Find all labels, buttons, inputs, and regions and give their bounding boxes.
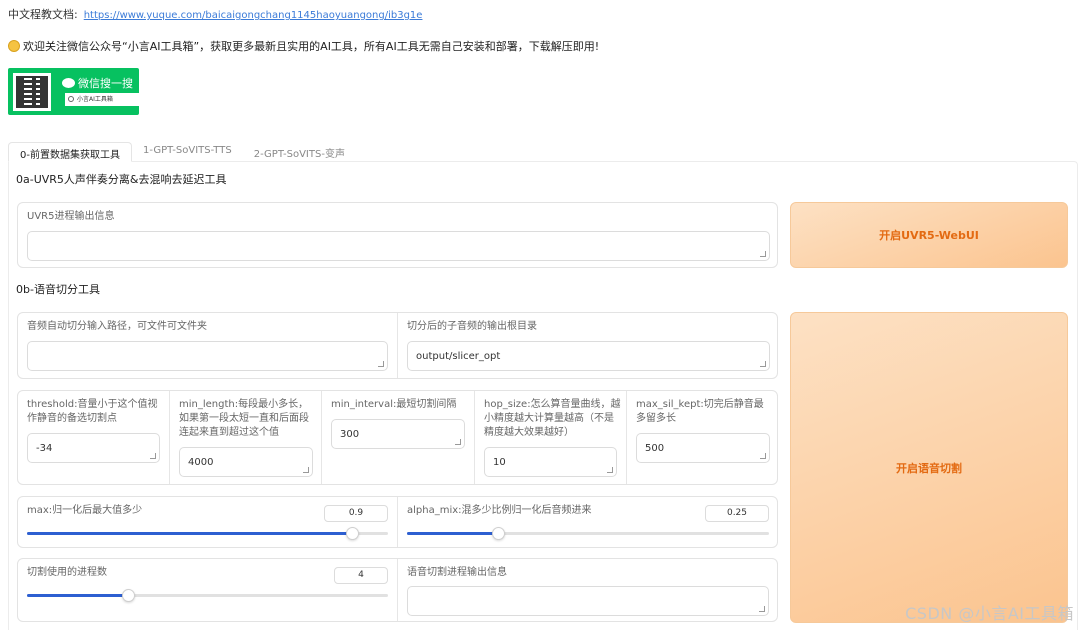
wechat-title: 微信搜一搜: [62, 75, 133, 91]
start-slicer-button[interactable]: 开启语音切割: [790, 312, 1068, 623]
uvr5-output-textarea[interactable]: [27, 231, 770, 261]
n-process-slider-fill: [27, 594, 129, 597]
slicer-section-title: 0b-语音切分工具: [16, 283, 100, 296]
max-number-input[interactable]: 0.9: [324, 505, 388, 522]
input-path-input[interactable]: [27, 341, 388, 371]
max-slider[interactable]: [27, 527, 388, 540]
uvr5-output-label: UVR5进程输出信息: [27, 211, 115, 222]
max-slider-fill: [27, 532, 352, 535]
tab-tts[interactable]: 1-GPT-SoVITS-TTS: [132, 142, 243, 162]
tab-bar: 0-前置数据集获取工具 1-GPT-SoVITS-TTS 2-GPT-SoVIT…: [8, 142, 356, 162]
divider: [397, 559, 398, 621]
output-dir-label: 切分后的子音频的输出根目录: [407, 321, 537, 332]
max-sil-kept-label: max_sil_kept:切完后静音最多留多长: [636, 399, 764, 424]
slicer-params-block: threshold:音量小于这个值视作静音的备选切割点 -34 min_leng…: [17, 390, 778, 485]
threshold-input[interactable]: -34: [27, 433, 160, 463]
max-label: max:归一化后最大值多少: [27, 505, 143, 516]
n-process-number-input[interactable]: 4: [334, 567, 388, 584]
doc-link[interactable]: https://www.yuque.com/baicaigongchang114…: [84, 10, 423, 21]
threshold-label: threshold:音量小于这个值视作静音的备选切割点: [27, 399, 158, 424]
watermark: CSDN @小言AI工具箱: [905, 604, 1074, 623]
tab-dataset-tools[interactable]: 0-前置数据集获取工具: [8, 142, 132, 162]
divider: [397, 313, 398, 378]
max-slider-thumb[interactable]: [345, 527, 359, 540]
n-process-slider-thumb[interactable]: [122, 589, 136, 602]
divider: [321, 391, 322, 484]
qr-code-icon: [13, 73, 51, 111]
min-length-input[interactable]: 4000: [179, 447, 313, 477]
max-sil-kept-input[interactable]: 500: [636, 433, 770, 463]
min-interval-input[interactable]: 300: [331, 419, 465, 449]
divider: [169, 391, 170, 484]
smile-emoji-icon: [8, 40, 20, 52]
wechat-title-text: 微信搜一搜: [78, 77, 133, 90]
slicer-paths-block: 音频自动切分输入路径，可文件可文件夹 切分后的子音频的输出根目录 output/…: [17, 312, 778, 379]
tab-voice-change[interactable]: 2-GPT-SoVITS-变声: [243, 142, 356, 162]
alpha-mix-number-input[interactable]: 0.25: [705, 505, 769, 522]
hop-size-label: hop_size:怎么算音量曲线，越小精度越大计算量越高（不是精度越大效果越好）: [484, 399, 621, 438]
uvr5-output-block: UVR5进程输出信息: [17, 202, 778, 268]
output-dir-input[interactable]: output/slicer_opt: [407, 341, 770, 371]
slicer-output-label: 语音切割进程输出信息: [407, 567, 507, 578]
alpha-mix-slider-thumb[interactable]: [491, 527, 505, 540]
doc-label: 中文程教文档:: [8, 8, 78, 21]
alpha-mix-slider-fill: [407, 532, 498, 535]
process-block: 切割使用的进程数 4 语音切割进程输出信息: [17, 558, 778, 622]
alpha-mix-label: alpha_mix:混多少比例归一化后音频进来: [407, 505, 592, 516]
hop-size-input[interactable]: 10: [484, 447, 617, 477]
alpha-mix-slider[interactable]: [407, 527, 769, 540]
wechat-search-box: 小言AI工具箱: [65, 93, 139, 106]
welcome-text: 欢迎关注微信公众号“小言AI工具箱”，获取更多最新且实用的AI工具，所有AI工具…: [8, 38, 599, 54]
normalize-block: max:归一化后最大值多少 0.9 alpha_mix:混多少比例归一化后音频进…: [17, 496, 778, 548]
divider: [626, 391, 627, 484]
min-interval-label: min_interval:最短切割间隔: [331, 399, 457, 410]
divider: [474, 391, 475, 484]
slicer-output-textarea[interactable]: [407, 586, 769, 616]
input-path-label: 音频自动切分输入路径，可文件可文件夹: [27, 321, 207, 332]
min-length-label: min_length:每段最小多长，如果第一段太短一直和后面段连起来直到超过这个…: [179, 399, 309, 438]
start-uvr5-button[interactable]: 开启UVR5-WebUI: [790, 202, 1068, 268]
n-process-label: 切割使用的进程数: [27, 567, 107, 578]
doc-line: 中文程教文档: https://www.yuque.com/baicaigongc…: [8, 6, 422, 22]
wechat-search-text: 小言AI工具箱: [77, 96, 113, 103]
uvr5-section-title: 0a-UVR5人声伴奏分离&去混响去延迟工具: [16, 173, 227, 186]
wechat-icon: [62, 78, 75, 88]
search-icon: [68, 96, 74, 102]
welcome-message: 欢迎关注微信公众号“小言AI工具箱”，获取更多最新且实用的AI工具，所有AI工具…: [23, 40, 600, 53]
divider: [397, 497, 398, 547]
n-process-slider[interactable]: [27, 589, 388, 602]
wechat-search-banner[interactable]: 微信搜一搜 小言AI工具箱: [8, 68, 139, 115]
